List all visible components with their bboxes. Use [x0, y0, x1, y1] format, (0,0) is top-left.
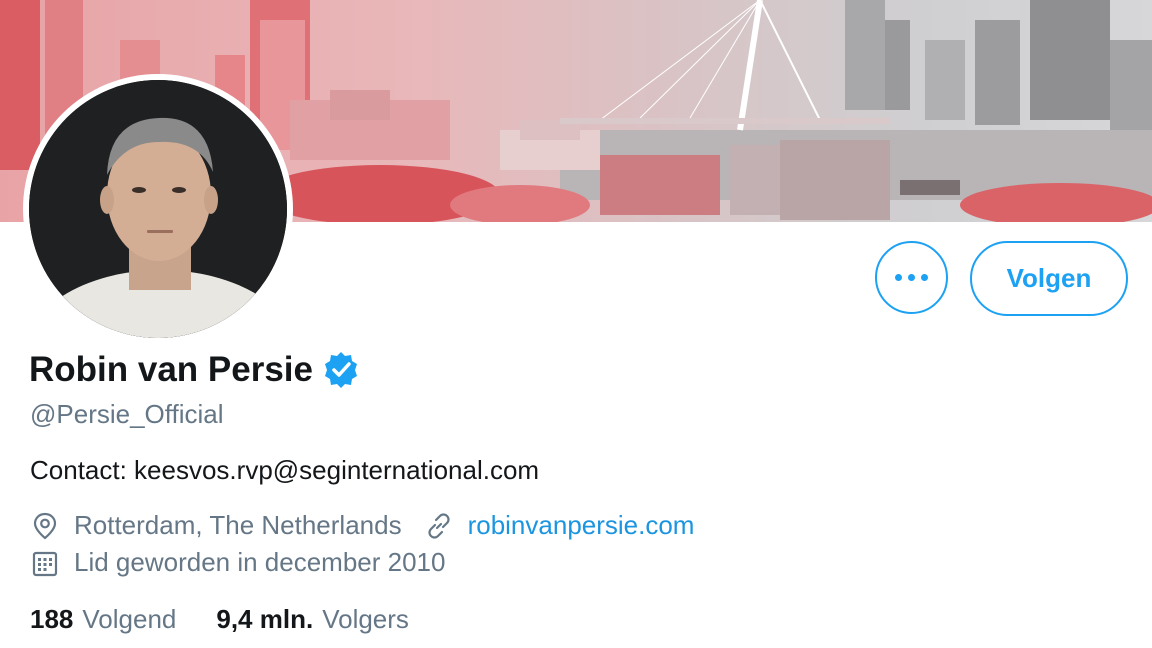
profile-meta-row: Rotterdam, The Netherlands robinvanpersi…: [30, 510, 694, 541]
profile-joined-date: Lid geworden in december 2010: [74, 547, 446, 577]
more-options-button[interactable]: [875, 241, 948, 314]
followers-label: Volgers: [322, 604, 409, 634]
profile-location: Rotterdam, The Netherlands: [74, 510, 402, 540]
verified-badge-icon: [324, 352, 357, 388]
profile-website-link[interactable]: robinvanpersie.com: [468, 510, 695, 541]
follow-button[interactable]: Volgen: [970, 241, 1128, 316]
profile-avatar[interactable]: [23, 74, 293, 344]
more-options-icon: [895, 274, 902, 281]
profile-handle: @Persie_Official: [30, 399, 224, 429]
more-options-icon-dot: [908, 274, 915, 281]
following-count: 188: [30, 604, 74, 634]
link-icon: [427, 512, 450, 539]
profile-stats: 188 Volgend 9,4 mln. Volgers: [30, 604, 409, 635]
following-label: Volgend: [82, 604, 177, 634]
profile-name: Robin van Persie: [29, 350, 313, 389]
location-pin-icon: [33, 512, 57, 539]
followers-count: 9,4 mln.: [216, 604, 314, 634]
following-stat-link[interactable]: 188 Volgend: [30, 604, 176, 635]
calendar-icon: [32, 551, 58, 576]
avatar-photo: [29, 80, 287, 338]
profile-name-row: Robin van Persie: [29, 350, 361, 390]
followers-stat-link[interactable]: 9,4 mln. Volgers: [216, 604, 409, 635]
more-options-icon-dot: [921, 274, 928, 281]
profile-bio: Contact: keesvos.rvp@seginternational.co…: [30, 455, 540, 485]
profile-joined-row: Lid geworden in december 2010: [30, 547, 445, 578]
